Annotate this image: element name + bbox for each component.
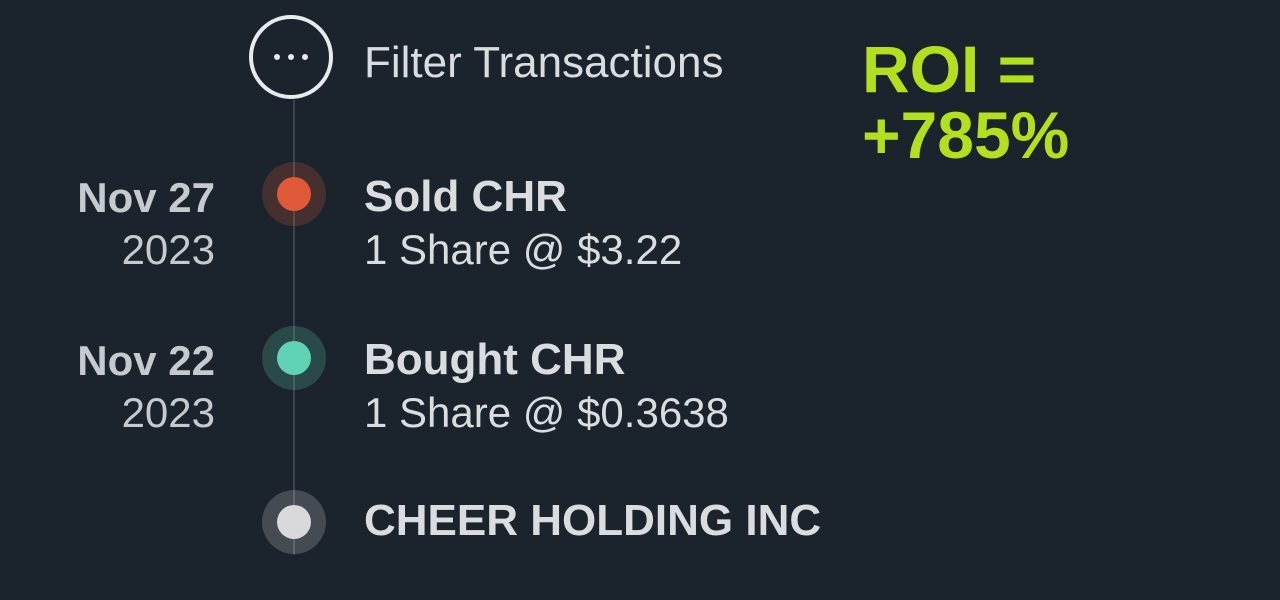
company-entry[interactable]: CHEER HOLDING INC <box>364 494 821 548</box>
transaction-date: Nov 27 2023 <box>77 172 215 276</box>
roi-annotation: ROI = +785% <box>862 36 1069 168</box>
company-dot-core <box>277 505 311 539</box>
roi-value: +785% <box>862 98 1070 172</box>
transaction-date: Nov 22 2023 <box>77 335 215 439</box>
more-horizontal-icon-dot <box>302 54 308 60</box>
transaction-entry-sold[interactable]: Sold CHR 1 Share @ $3.22 <box>364 170 682 276</box>
bought-status-dot-core <box>277 341 311 375</box>
transaction-detail: 1 Share @ $3.22 <box>364 226 683 273</box>
transaction-title: Sold CHR <box>364 172 567 221</box>
more-horizontal-icon-dot <box>274 54 280 60</box>
transaction-date-year: 2023 <box>121 226 215 273</box>
roi-label: ROI = <box>862 32 1037 106</box>
filter-transactions-label[interactable]: Filter Transactions <box>364 38 723 88</box>
sold-status-dot-icon <box>262 162 326 226</box>
filter-transactions-button[interactable] <box>249 15 333 99</box>
transaction-entry-bought[interactable]: Bought CHR 1 Share @ $0.3638 <box>364 333 729 439</box>
transaction-date-day: Nov 27 <box>77 174 215 221</box>
more-horizontal-icon-dot <box>288 54 294 60</box>
transaction-detail: 1 Share @ $0.3638 <box>364 389 729 436</box>
bought-status-dot-icon <box>262 326 326 390</box>
sold-status-dot-core <box>277 177 311 211</box>
transaction-date-year: 2023 <box>121 389 215 436</box>
transaction-title: Bought CHR <box>364 335 626 384</box>
company-dot-icon <box>262 490 326 554</box>
transaction-date-day: Nov 22 <box>77 337 215 384</box>
company-name: CHEER HOLDING INC <box>364 496 822 545</box>
